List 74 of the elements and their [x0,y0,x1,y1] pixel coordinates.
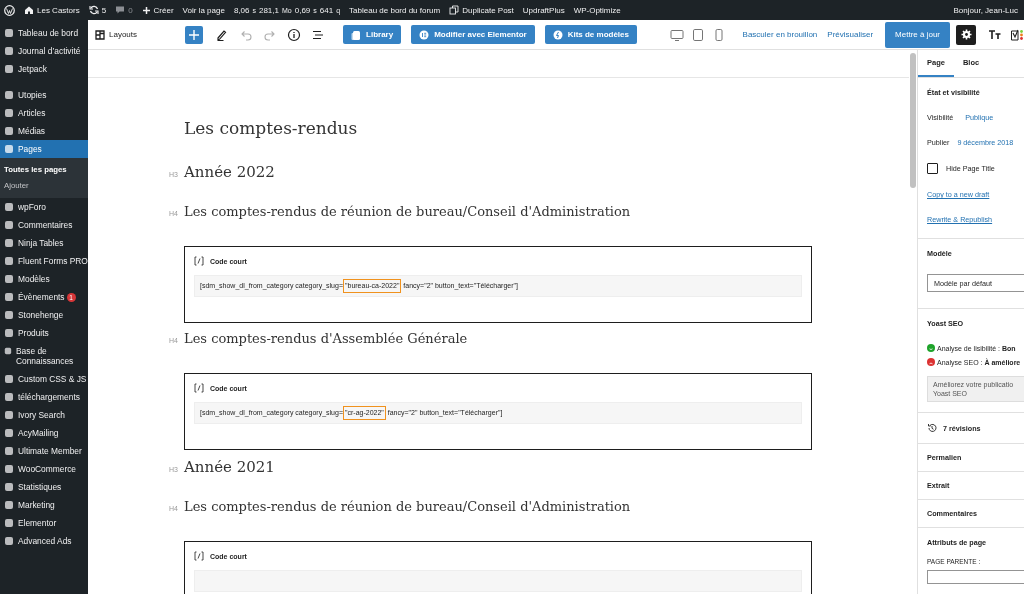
heading-text[interactable]: Année 2022 [184,163,275,181]
layout-grid-icon[interactable] [95,29,105,40]
sidebar-item[interactable]: Médias [0,122,88,140]
sidebar-item[interactable]: Statistiques [0,478,88,496]
preview-link[interactable]: Prévisualiser [827,30,874,39]
add-block-icon [187,27,202,42]
page-title[interactable]: Les comptes-rendus [184,118,909,138]
sidebar-item[interactable]: Ivory Search [0,406,88,424]
tablet-icon[interactable] [690,27,705,42]
new-content-link[interactable]: Créer [153,5,174,15]
sidebar-item[interactable]: AcyMailing [0,424,88,442]
desktop-icon[interactable] [669,27,684,42]
kits-button[interactable]: Kits de modèles [544,25,637,44]
checkbox[interactable] [927,163,938,174]
plus-icon[interactable] [141,5,151,15]
sidebar-item[interactable]: Articles [0,104,88,122]
count-label[interactable]: 0 [128,5,133,15]
settings-button[interactable] [956,24,976,45]
admin-bar-link[interactable]: Tableau de bord du forum [349,5,441,15]
elementor-button[interactable]: Modifier avec Elementor [411,25,535,44]
parent-page-field[interactable] [927,570,1024,584]
sidebar-item[interactable]: Pages [0,140,88,158]
refresh-icon[interactable] [88,5,99,15]
admin-bar-link[interactable]: WP-Optimize [573,5,621,15]
heading-text[interactable]: Année 2021 [184,458,275,476]
sidebar-item[interactable]: Marketing [0,496,88,514]
info-icon [287,27,302,42]
count-label[interactable]: 5 [101,5,107,15]
sidebar-item[interactable]: Commentaires [0,216,88,234]
sidebar-item[interactable]: Fluent Forms PRO [0,252,88,270]
heading-text[interactable]: Les comptes-rendus de réunion de bureau/Conseil d'Administration [184,204,631,219]
comment-icon[interactable] [115,5,126,15]
sidebar-item[interactable]: Stonehenge [0,306,88,324]
shortcode-icon [194,383,204,393]
site-name-link[interactable]: Les Castors [37,5,80,15]
sidebar-item[interactable]: Elementor [0,514,88,532]
sidebar-item[interactable]: Base de Connaissances [0,342,88,370]
sidebar-item[interactable]: WooCommerce [0,460,88,478]
sidebar-item[interactable]: Jetpack [0,60,88,78]
yoast-icon[interactable] [1010,27,1024,42]
home-icon[interactable] [24,5,34,15]
admin-bar-link[interactable]: UpdraftPlus [522,5,565,15]
heading-text[interactable]: Les comptes-rendus de réunion de bureau/Conseil d'Administration [184,499,631,514]
sidebar-item[interactable]: wpForo [0,198,88,216]
logo-icon [419,29,430,40]
sidebar-item[interactable]: Advanced Ads [0,532,88,550]
sidebar-item[interactable]: téléchargements [0,388,88,406]
heading-text[interactable]: Les comptes-rendus d'Assemblée Générale [184,331,468,346]
shortcode-icon [194,256,204,266]
sidebar-item[interactable]: Ultimate Member [0,442,88,460]
library-icon [351,29,362,40]
copy-icon[interactable] [449,5,460,15]
duplicate-post-link[interactable]: Duplicate Post [462,5,514,15]
admin-bar-link[interactable]: Voir la page [182,5,225,15]
gear-icon [960,29,972,40]
sidebar-item[interactable]: Modèles [0,270,88,288]
logo-icon [552,29,563,40]
library-button[interactable]: Library [343,25,402,44]
add-block-button[interactable] [185,25,204,44]
switch-to-draft-link[interactable]: Basculer en brouillon [742,30,818,39]
sidebar-item[interactable]: Utopies [0,86,88,104]
sidebar-item[interactable]: Tableau de bord [0,24,88,42]
wordpress-logo-icon[interactable] [4,4,15,16]
layouts-link[interactable]: Layouts [109,30,138,39]
update-button[interactable]: Mettre à jour [885,21,950,48]
history-icon [927,423,937,433]
shortcode-icon [194,551,204,561]
typography-icon[interactable] [988,28,1002,41]
sidebar-item[interactable]: Custom CSS & JS [0,370,88,388]
sidebar-item[interactable]: Produits [0,324,88,342]
scrollbar-thumb[interactable] [910,53,916,188]
sidebar-item[interactable]: Journal d’activité [0,42,88,60]
sidebar-item[interactable]: Ninja Tables [0,234,88,252]
greeting-link[interactable]: Bonjour, Jean-Luc [953,5,1018,15]
